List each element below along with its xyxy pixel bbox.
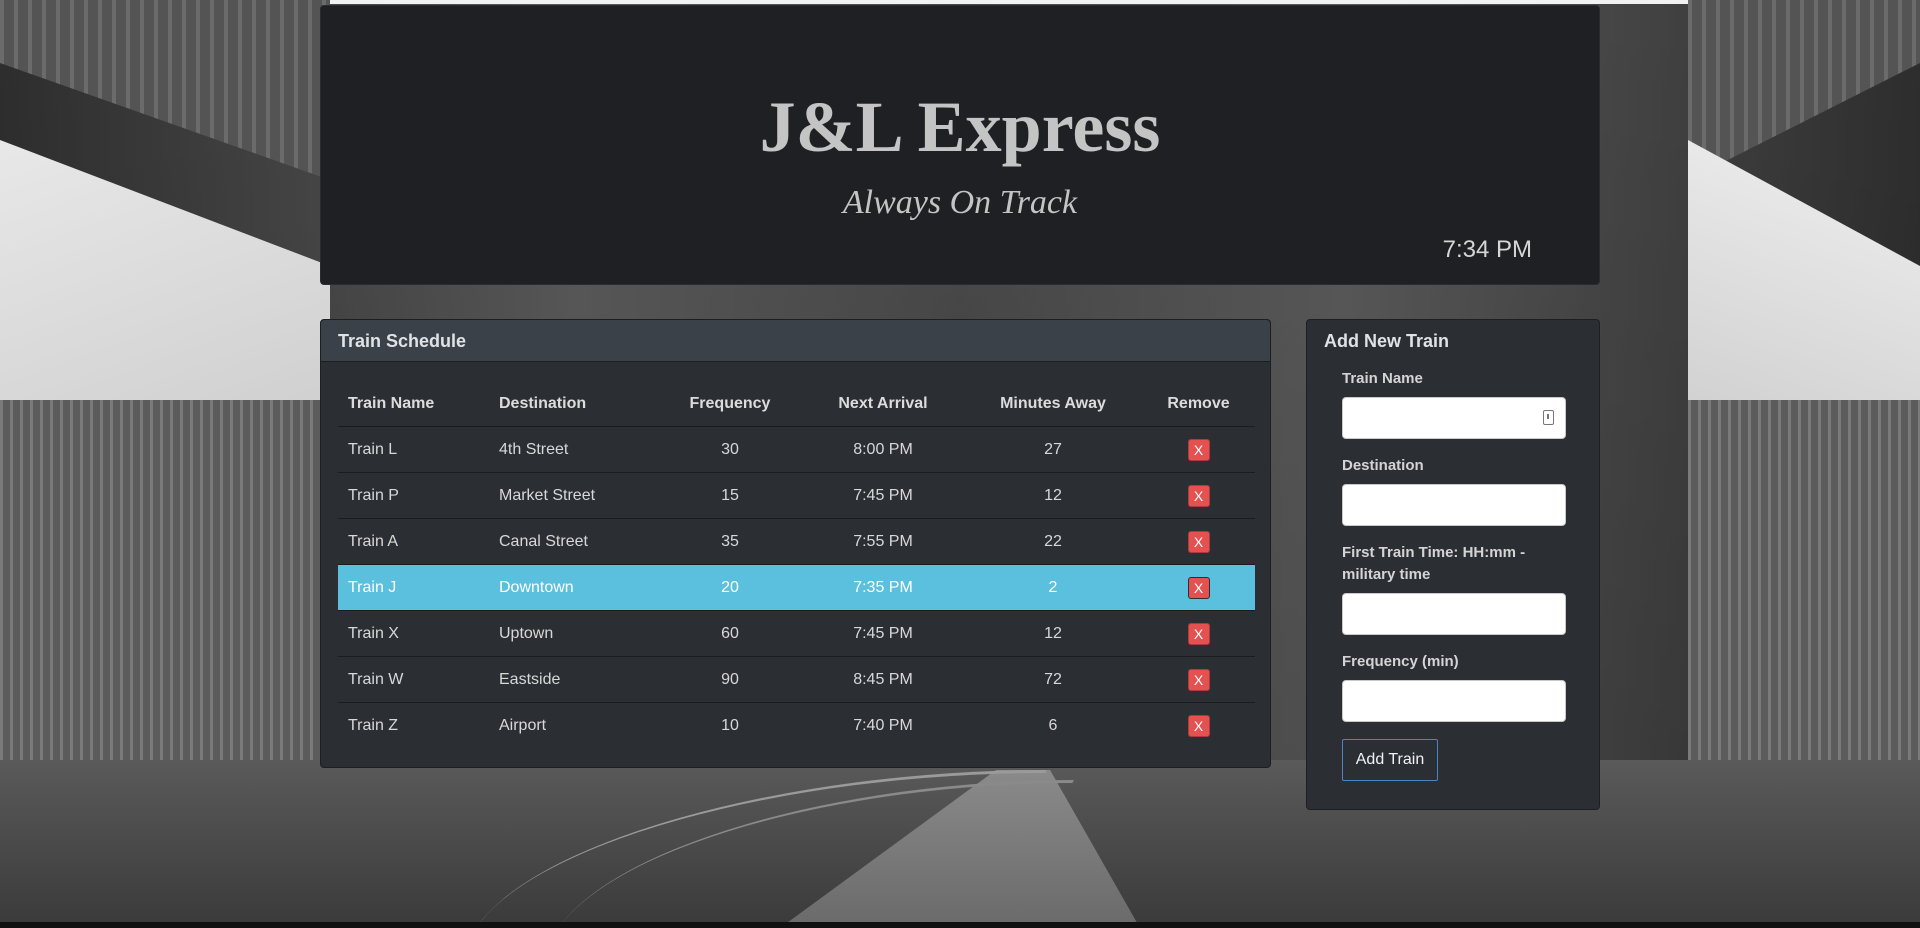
site-header: J&L Express Always On Track 7:34 PM	[320, 5, 1600, 285]
cell-train-name: Train P	[338, 472, 489, 519]
cell-next-arrival: 7:35 PM	[802, 564, 964, 611]
remove-train-button[interactable]: X	[1187, 714, 1210, 737]
cell-minutes-away: 12	[964, 472, 1142, 519]
train-schedule-panel: Train Schedule Train Name Destination Fr…	[320, 319, 1271, 768]
cell-frequency: 35	[658, 518, 802, 565]
cell-frequency: 60	[658, 610, 802, 657]
cell-destination: Airport	[489, 702, 658, 748]
cell-train-name: Train L	[338, 426, 489, 473]
first-train-time-group: First Train Time: HH:mm - military time	[1342, 542, 1566, 635]
train-schedule-heading: Train Schedule	[321, 320, 1270, 362]
cell-train-name: Train Z	[338, 702, 489, 748]
site-title: J&L Express	[759, 87, 1161, 167]
contact-card-icon[interactable]	[1543, 410, 1554, 425]
column-header-remove: Remove	[1142, 382, 1255, 427]
cell-minutes-away: 27	[964, 426, 1142, 473]
cell-next-arrival: 8:00 PM	[802, 426, 964, 473]
first-train-time-label: First Train Time: HH:mm - military time	[1342, 544, 1526, 583]
table-row-highlighted: Train J Downtown 20 7:35 PM 2 X	[338, 564, 1255, 611]
train-name-input[interactable]	[1342, 397, 1566, 439]
cell-destination: Eastside	[489, 656, 658, 703]
column-header-frequency: Frequency	[658, 382, 802, 427]
cell-next-arrival: 7:45 PM	[802, 472, 964, 519]
add-train-button[interactable]: Add Train	[1342, 739, 1438, 781]
destination-input[interactable]	[1342, 484, 1566, 526]
cell-train-name: Train X	[338, 610, 489, 657]
cell-next-arrival: 7:45 PM	[802, 610, 964, 657]
current-time: 7:34 PM	[1442, 236, 1532, 263]
remove-train-button[interactable]: X	[1187, 484, 1210, 507]
cell-frequency: 10	[658, 702, 802, 748]
cell-remove: X	[1142, 656, 1255, 703]
cell-remove: X	[1142, 518, 1255, 565]
frequency-input[interactable]	[1342, 680, 1566, 722]
cell-minutes-away: 72	[964, 656, 1142, 703]
train-name-group: Train Name	[1342, 368, 1566, 439]
remove-train-button[interactable]: X	[1187, 668, 1210, 691]
frequency-label: Frequency (min)	[1342, 653, 1459, 670]
cell-remove: X	[1142, 426, 1255, 473]
remove-train-button[interactable]: X	[1187, 530, 1210, 553]
cell-train-name: Train W	[338, 656, 489, 703]
destination-label: Destination	[1342, 457, 1424, 474]
site-subtitle: Always On Track	[842, 184, 1078, 221]
column-header-train-name: Train Name	[338, 382, 489, 427]
add-train-heading: Add New Train	[1324, 331, 1450, 351]
cell-train-name: Train J	[338, 564, 489, 611]
cell-remove: X	[1142, 564, 1255, 611]
column-header-destination: Destination	[489, 382, 658, 427]
table-row: Train W Eastside 90 8:45 PM 72 X	[338, 656, 1255, 703]
table-row: Train P Market Street 15 7:45 PM 12 X	[338, 472, 1255, 519]
cell-minutes-away: 12	[964, 610, 1142, 657]
first-train-time-input[interactable]	[1342, 593, 1566, 635]
cell-minutes-away: 2	[964, 564, 1142, 611]
cell-next-arrival: 7:55 PM	[802, 518, 964, 565]
column-header-next-arrival: Next Arrival	[802, 382, 964, 427]
cell-next-arrival: 8:45 PM	[802, 656, 964, 703]
add-train-panel: Add New Train Train Name Destination Fir…	[1306, 319, 1600, 810]
table-row: Train X Uptown 60 7:45 PM 12 X	[338, 610, 1255, 657]
cell-destination: Market Street	[489, 472, 658, 519]
cell-train-name: Train A	[338, 518, 489, 565]
cell-destination: Downtown	[489, 564, 658, 611]
remove-train-button[interactable]: X	[1187, 438, 1210, 461]
cell-minutes-away: 22	[964, 518, 1142, 565]
cell-next-arrival: 7:40 PM	[802, 702, 964, 748]
table-row: Train L 4th Street 30 8:00 PM 27 X	[338, 426, 1255, 473]
cell-frequency: 20	[658, 564, 802, 611]
cell-frequency: 90	[658, 656, 802, 703]
table-header-row: Train Name Destination Frequency Next Ar…	[338, 382, 1255, 427]
cell-minutes-away: 6	[964, 702, 1142, 748]
cell-destination: Canal Street	[489, 518, 658, 565]
cell-remove: X	[1142, 702, 1255, 748]
table-row: Train Z Airport 10 7:40 PM 6 X	[338, 702, 1255, 748]
cell-remove: X	[1142, 610, 1255, 657]
cell-destination: 4th Street	[489, 426, 658, 473]
remove-train-button[interactable]: X	[1187, 576, 1210, 599]
cell-destination: Uptown	[489, 610, 658, 657]
cell-frequency: 30	[658, 426, 802, 473]
column-header-minutes-away: Minutes Away	[964, 382, 1142, 427]
train-name-label: Train Name	[1342, 370, 1423, 387]
cell-frequency: 15	[658, 472, 802, 519]
frequency-group: Frequency (min)	[1342, 651, 1566, 722]
destination-group: Destination	[1342, 455, 1566, 526]
cell-remove: X	[1142, 472, 1255, 519]
remove-train-button[interactable]: X	[1187, 622, 1210, 645]
train-schedule-table: Train Name Destination Frequency Next Ar…	[338, 382, 1255, 748]
table-row: Train A Canal Street 35 7:55 PM 22 X	[338, 518, 1255, 565]
